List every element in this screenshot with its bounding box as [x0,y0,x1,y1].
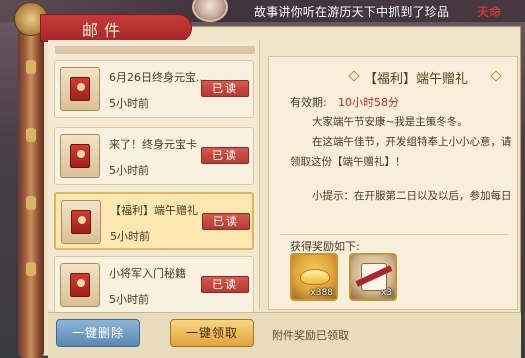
mail-envelope-icon [60,263,100,307]
read-status-badge: 已读 [201,147,249,164]
mail-time: 5小时前 [110,230,150,243]
mail-title: 小将军入门秘籍 [109,267,186,280]
mail-time: 5小时前 [109,293,149,306]
mail-item-selected[interactable]: 【福利】端午赠礼 5小时前 已读 [54,192,254,250]
mail-detail-title: 【福利】端午赠礼 [364,72,469,87]
mail-body-line: 领取这份【端午赠礼】！ [290,156,406,168]
mail-time: 5小时前 [109,97,149,110]
reward-quantity: x388 [310,288,333,298]
mail-body-line: 在这端午佳节，开发组特奉上小小心意，请 [312,136,512,148]
mail-body-line: 大家端午节安康~我是主策冬冬。 [312,116,468,128]
mail-title: 来了！终身元宝卡 [109,138,197,151]
reward-quantity: x3 [380,288,392,298]
mail-envelope-icon [60,67,100,111]
gold-ingot-icon [300,269,330,285]
read-status-badge: 已读 [201,80,249,97]
validity-label: 有效期: [290,96,327,109]
mail-time: 5小时前 [109,164,149,177]
read-status-badge: 已读 [202,213,250,230]
attachment-claimed-status: 附件奖励已领取 [272,329,349,342]
window-title: 邮件 [82,21,127,40]
rod-knob-decoration [26,262,36,276]
mail-title: 6月26日终身元宝... [109,71,207,84]
mail-item[interactable]: 小将军入门秘籍 5小时前 已读 [54,256,254,314]
read-status-badge: 已读 [201,276,249,293]
rod-knob-decoration [26,60,36,74]
reward-slot[interactable]: x3 [349,253,397,301]
mail-title: 【福利】端午赠礼 [110,204,198,217]
mail-body-line: 小提示：在开服第二日以及以后，参加每日 [312,190,512,202]
announcement-text: 故事讲你听在游历天下中抓到了珍品 [254,5,450,19]
mail-envelope-icon [60,134,100,178]
announcement-highlight: 天命 [477,5,502,19]
mail-item[interactable]: 6月26日终身元宝... 5小时前 已读 [54,60,254,118]
list-scroll-edge [55,46,255,54]
reward-label: 获得奖励如下: [290,240,360,253]
delete-all-button[interactable]: 一键删除 [56,319,140,347]
reward-slot[interactable]: x388 [290,253,338,301]
mail-envelope-icon [61,200,101,244]
detail-divider [280,234,508,235]
rod-knob-decoration [26,196,36,210]
claim-all-button[interactable]: 一键领取 [170,319,254,347]
rod-knob-decoration [26,128,36,142]
mail-item[interactable]: 来了！终身元宝卡 5小时前 已读 [54,127,254,185]
validity-countdown: 10小时58分 [338,96,399,109]
